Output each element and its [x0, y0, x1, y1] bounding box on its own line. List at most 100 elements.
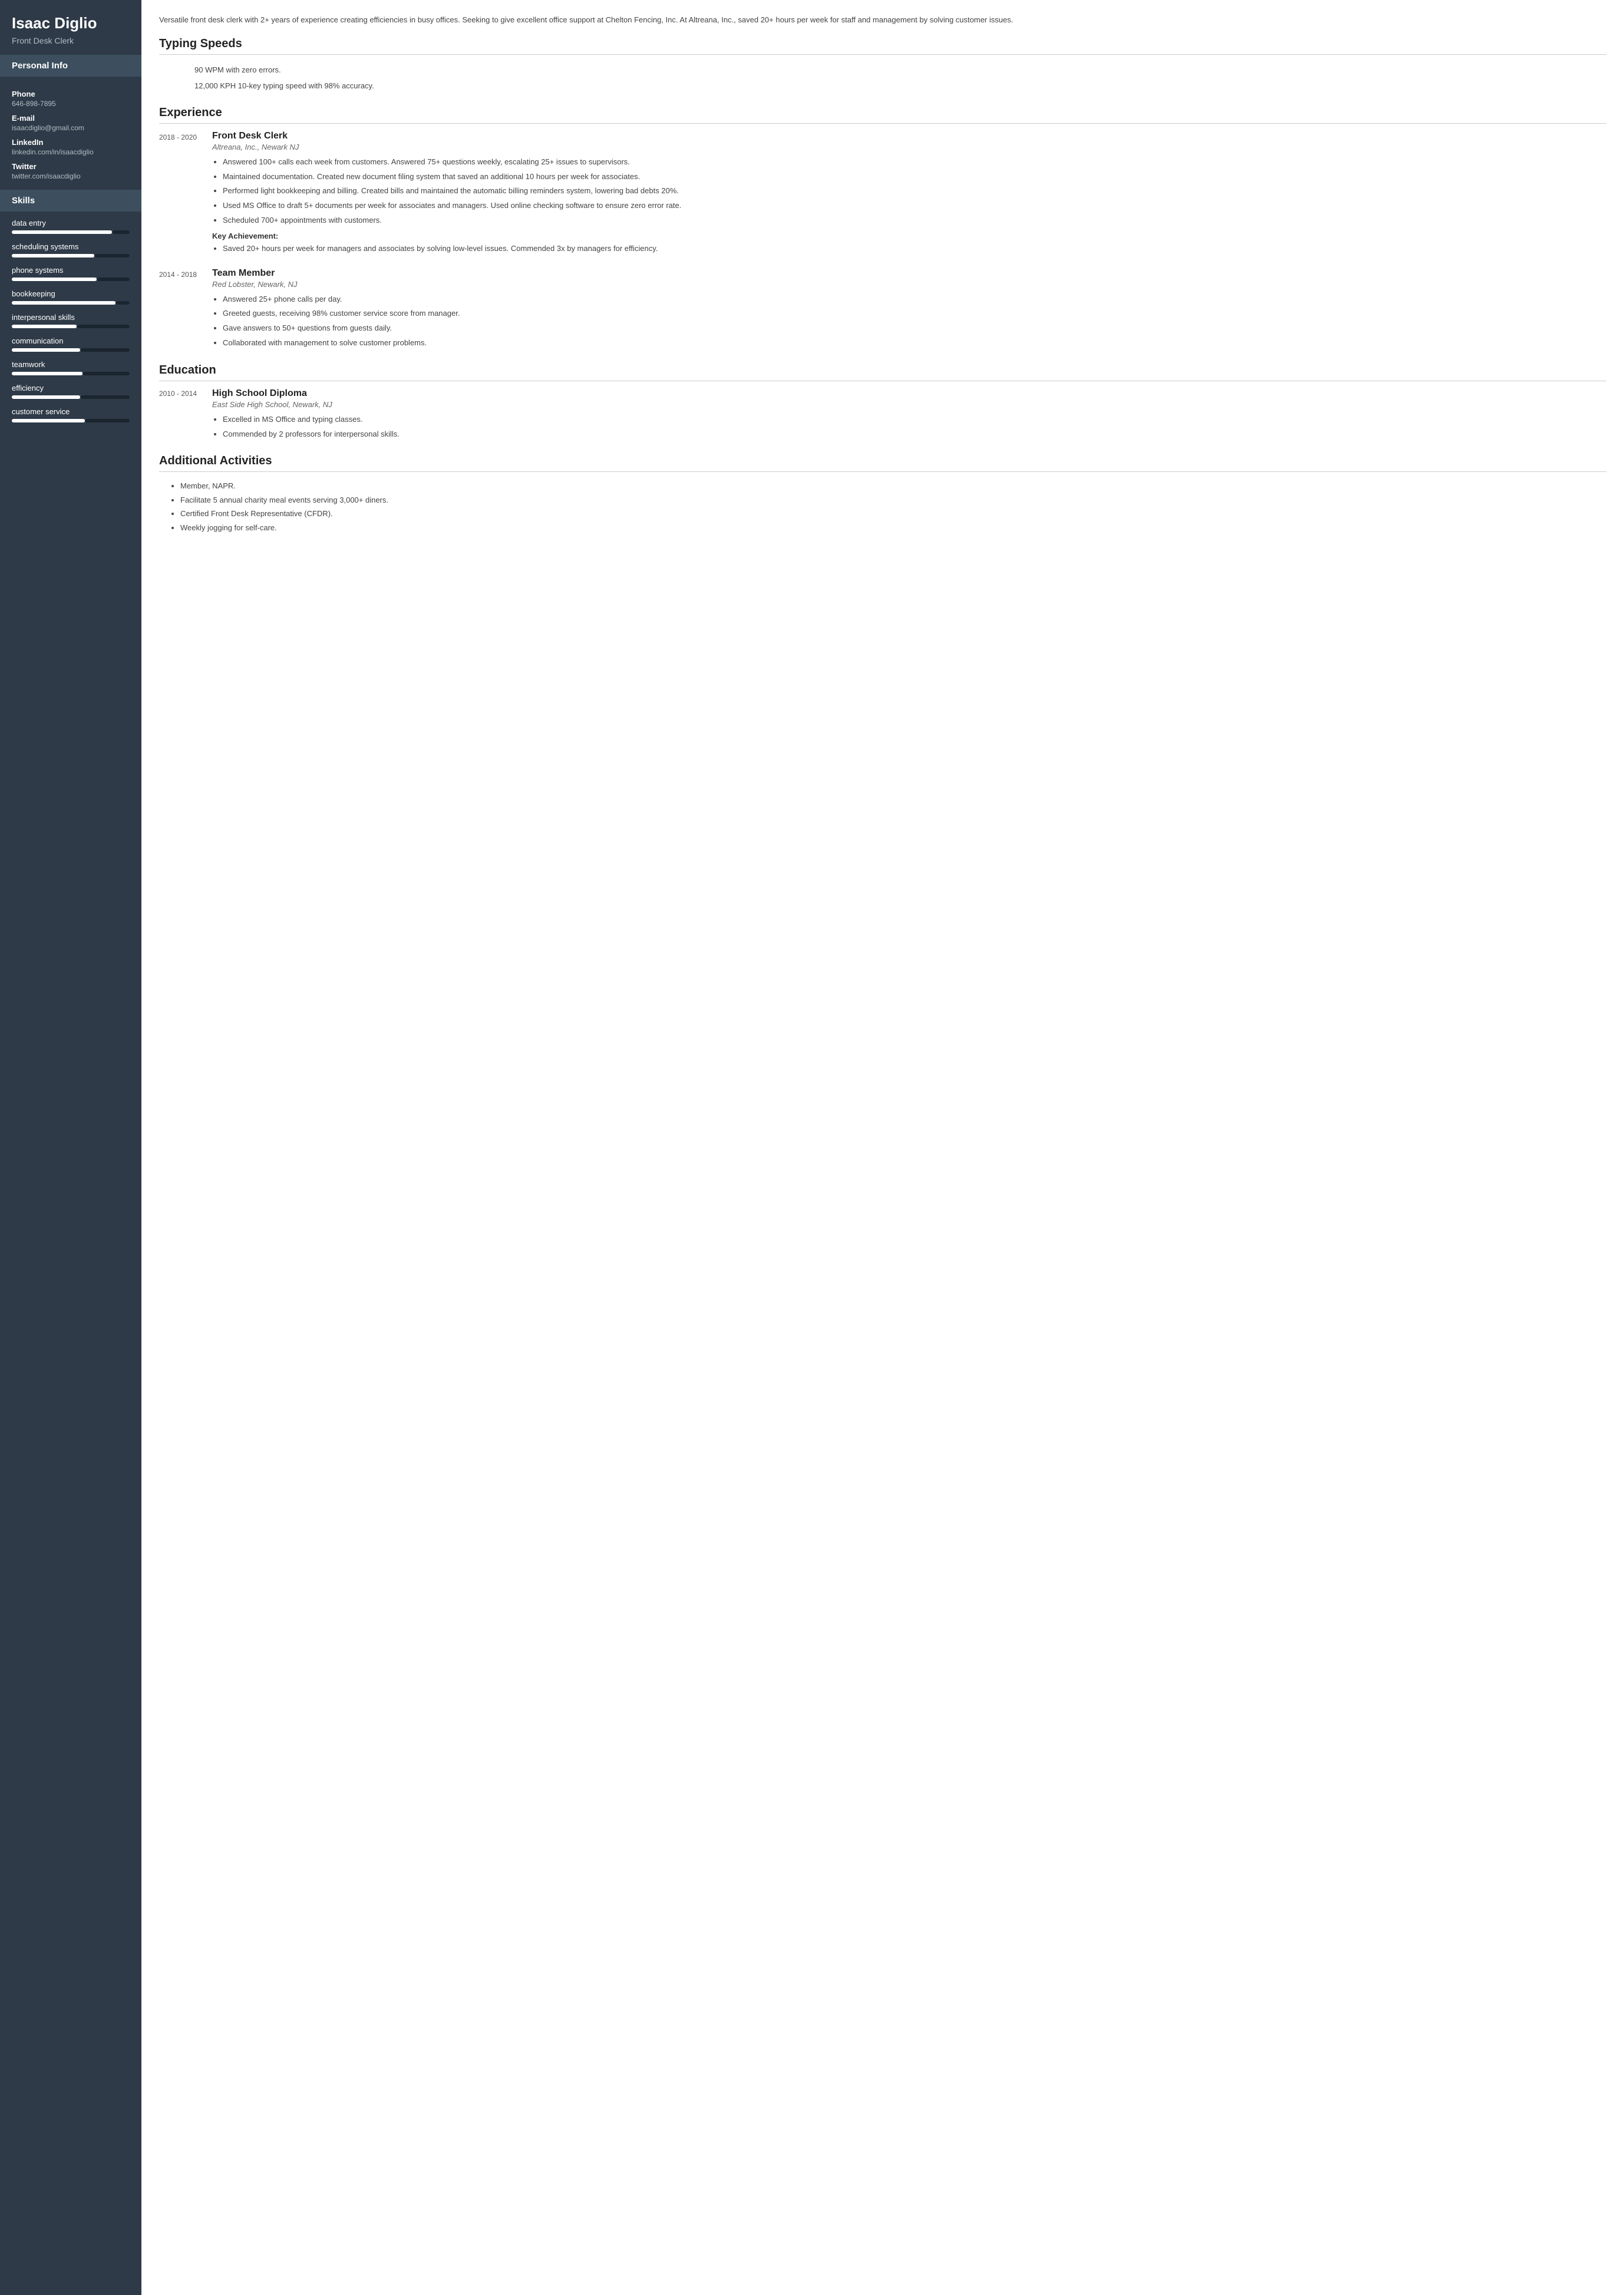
additional-title: Additional Activities	[159, 454, 1606, 472]
linkedin-value: linkedin.com/in/isaacdiglio	[12, 148, 130, 156]
skill-bar-dark	[97, 278, 130, 281]
skills-heading: Skills	[0, 190, 141, 212]
skill-bar-fill	[12, 419, 85, 422]
typing-speeds-title: Typing Speeds	[159, 37, 1606, 55]
skill-item: bookkeeping	[12, 289, 130, 305]
additional-bullet: Member, NAPR.	[180, 479, 1606, 493]
skill-bar-fill	[12, 348, 80, 352]
phone-value: 646-898-7895	[12, 100, 130, 108]
skill-item: customer service	[12, 407, 130, 422]
additional-section: Additional Activities Member, NAPR.Facil…	[159, 454, 1606, 534]
exp-dates: 2014 - 2018	[159, 268, 200, 352]
exp-job-title: Team Member	[212, 268, 1606, 279]
experience-title: Experience	[159, 106, 1606, 124]
skill-bar	[12, 419, 130, 422]
exp-bullet: Used MS Office to draft 5+ documents per…	[223, 200, 1606, 212]
key-achievement-bullet: Saved 20+ hours per week for managers an…	[223, 243, 1606, 255]
main-content: Versatile front desk clerk with 2+ years…	[141, 0, 1624, 2295]
edu-content: High School DiplomaEast Side High School…	[212, 388, 1606, 443]
skill-name: customer service	[12, 407, 130, 416]
edu-degree: High School Diploma	[212, 388, 1606, 399]
exp-company: Altreana, Inc., Newark NJ	[212, 143, 1606, 151]
experience-entry: 2018 - 2020 Front Desk Clerk Altreana, Inc…	[159, 131, 1606, 257]
phone-label: Phone	[12, 90, 130, 98]
exp-bullets: Answered 25+ phone calls per day.Greeted…	[212, 293, 1606, 349]
skill-bar-dark	[80, 395, 130, 399]
exp-bullet: Maintained documentation. Created new do…	[223, 171, 1606, 183]
skill-bar-fill	[12, 254, 94, 257]
exp-bullets: Answered 100+ calls each week from custo…	[212, 156, 1606, 227]
edu-school: East Side High School, Newark, NJ	[212, 400, 1606, 409]
exp-bullet: Scheduled 700+ appointments with custome…	[223, 214, 1606, 227]
skill-bar-fill	[12, 230, 112, 234]
skill-bar	[12, 230, 130, 234]
candidate-name: Isaac Diglio	[12, 14, 130, 32]
additional-bullet: Certified Front Desk Representative (CFD…	[180, 507, 1606, 520]
skill-bar	[12, 301, 130, 305]
key-achievement-bullets: Saved 20+ hours per week for managers an…	[212, 243, 1606, 255]
skill-item: data entry	[12, 219, 130, 234]
exp-bullet: Greeted guests, receiving 98% customer s…	[223, 308, 1606, 320]
skill-bar-fill	[12, 301, 115, 305]
typing-speeds-section: Typing Speeds 90 WPM with zero errors.12…	[159, 37, 1606, 94]
skill-name: scheduling systems	[12, 242, 130, 251]
skill-name: communication	[12, 336, 130, 345]
skill-bar-dark	[112, 230, 130, 234]
email-value: isaacdiglio@gmail.com	[12, 124, 130, 132]
skill-bar-dark	[94, 254, 130, 257]
skill-bar	[12, 348, 130, 352]
edu-bullet: Commended by 2 professors for interperso…	[223, 428, 1606, 441]
twitter-value: twitter.com/isaacdiglio	[12, 172, 130, 180]
summary-text: Versatile front desk clerk with 2+ years…	[159, 14, 1606, 27]
skill-bar-dark	[85, 419, 130, 422]
skill-item: interpersonal skills	[12, 313, 130, 328]
typing-items: 90 WPM with zero errors.12,000 KPH 10-ke…	[159, 62, 1606, 94]
skill-bar	[12, 372, 130, 375]
skill-name: bookkeeping	[12, 289, 130, 298]
email-label: E-mail	[12, 114, 130, 123]
edu-dates: 2010 - 2014	[159, 388, 200, 443]
skill-name: data entry	[12, 219, 130, 227]
additional-bullet: Facilitate 5 annual charity meal events …	[180, 493, 1606, 507]
skill-bar	[12, 254, 130, 257]
education-entry: 2010 - 2014 High School DiplomaEast Side …	[159, 388, 1606, 443]
personal-info-content: Phone 646-898-7895 E-mail isaacdiglio@gm…	[0, 77, 141, 190]
skill-bar-dark	[115, 301, 130, 305]
skill-name: efficiency	[12, 384, 130, 392]
experience-section: Experience 2018 - 2020 Front Desk Clerk Al…	[159, 106, 1606, 352]
exp-bullet: Answered 100+ calls each week from custo…	[223, 156, 1606, 169]
exp-job-title: Front Desk Clerk	[212, 131, 1606, 141]
typing-item: 90 WPM with zero errors.	[159, 62, 1606, 78]
skill-item: teamwork	[12, 360, 130, 375]
skill-bar-fill	[12, 325, 77, 328]
skill-item: communication	[12, 336, 130, 352]
skill-name: teamwork	[12, 360, 130, 369]
linkedin-label: LinkedIn	[12, 138, 130, 147]
skill-bar-fill	[12, 278, 97, 281]
education-section: Education 2010 - 2014 High School Diploma…	[159, 364, 1606, 443]
skill-bar-fill	[12, 395, 80, 399]
exp-bullet: Performed light bookkeeping and billing.…	[223, 185, 1606, 197]
exp-bullet: Gave answers to 50+ questions from guest…	[223, 322, 1606, 335]
sidebar-header: Isaac Diglio Front Desk Clerk	[0, 0, 141, 55]
skill-bar	[12, 325, 130, 328]
exp-dates: 2018 - 2020	[159, 131, 200, 257]
sidebar: Isaac Diglio Front Desk Clerk Personal I…	[0, 0, 141, 2295]
experience-entries: 2018 - 2020 Front Desk Clerk Altreana, Inc…	[159, 131, 1606, 352]
skills-section: data entry scheduling systems phone system…	[0, 212, 141, 438]
exp-company: Red Lobster, Newark, NJ	[212, 280, 1606, 289]
edu-bullets: Excelled in MS Office and typing classes…	[212, 414, 1606, 441]
exp-content: Front Desk Clerk Altreana, Inc., Newark N…	[212, 131, 1606, 257]
additional-bullet: Weekly jogging for self-care.	[180, 521, 1606, 534]
skill-bar-dark	[82, 372, 130, 375]
education-entries: 2010 - 2014 High School DiplomaEast Side …	[159, 388, 1606, 443]
twitter-label: Twitter	[12, 162, 130, 171]
skill-item: phone systems	[12, 266, 130, 281]
additional-bullets: Member, NAPR.Facilitate 5 annual charity…	[159, 479, 1606, 534]
skill-item: scheduling systems	[12, 242, 130, 257]
education-title: Education	[159, 364, 1606, 381]
candidate-job-title: Front Desk Clerk	[12, 36, 130, 45]
edu-bullet: Excelled in MS Office and typing classes…	[223, 414, 1606, 426]
typing-item: 12,000 KPH 10-key typing speed with 98% …	[159, 78, 1606, 94]
exp-content: Team MemberRed Lobster, Newark, NJ Answer…	[212, 268, 1606, 352]
